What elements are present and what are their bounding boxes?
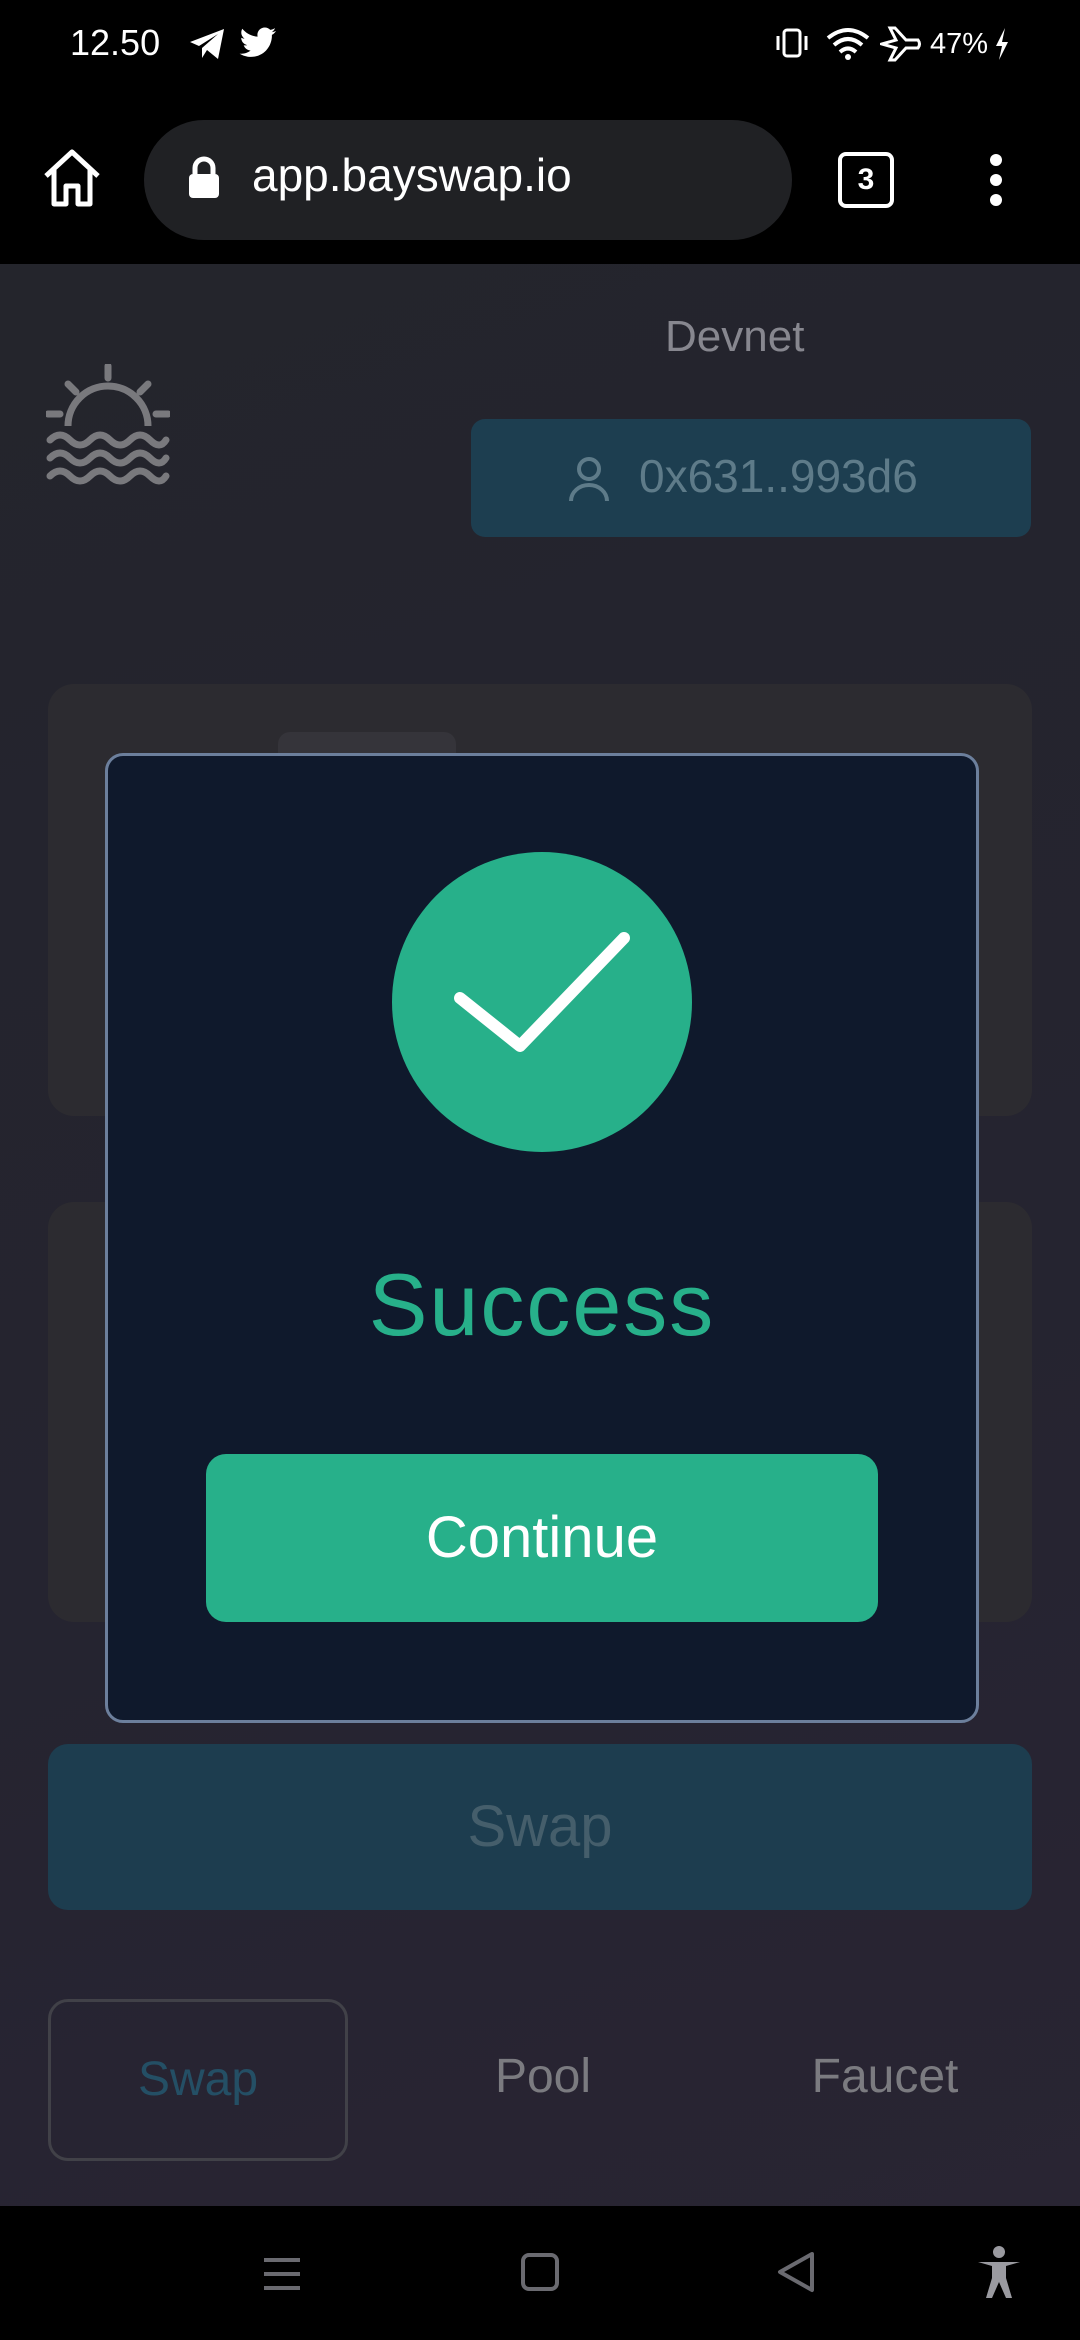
status-bar: 12.50 47% [0, 0, 1080, 96]
accessibility-icon[interactable] [976, 2246, 1022, 2304]
vibrate-icon [774, 26, 810, 64]
more-menu-icon[interactable] [986, 152, 1006, 212]
system-nav-bar [0, 2206, 1080, 2340]
battery-charging-icon [993, 26, 1011, 66]
battery-percent: 47% [930, 28, 989, 60]
telegram-icon [188, 26, 226, 66]
browser-toolbar: app.bayswap.io 3 [0, 96, 1080, 264]
success-badge [392, 852, 692, 1152]
modal-title: Success [368, 1255, 716, 1354]
recent-apps-icon[interactable] [262, 2254, 302, 2298]
back-icon[interactable] [776, 2250, 816, 2298]
tab-switcher-button[interactable]: 3 [838, 152, 894, 208]
checkmark-icon [452, 926, 632, 1070]
url-text: app.bayswap.io [252, 149, 572, 201]
address-bar[interactable]: app.bayswap.io [144, 120, 792, 240]
home-icon[interactable] [40, 146, 104, 214]
home-nav-icon[interactable] [520, 2252, 560, 2296]
success-modal: Success Continue [105, 753, 979, 1723]
airplane-mode-icon [876, 26, 922, 66]
lock-icon [186, 156, 222, 204]
twitter-icon [238, 26, 278, 64]
status-time: 12.50 [70, 22, 161, 63]
wifi-icon [826, 26, 870, 66]
continue-button[interactable]: Continue [206, 1454, 878, 1622]
